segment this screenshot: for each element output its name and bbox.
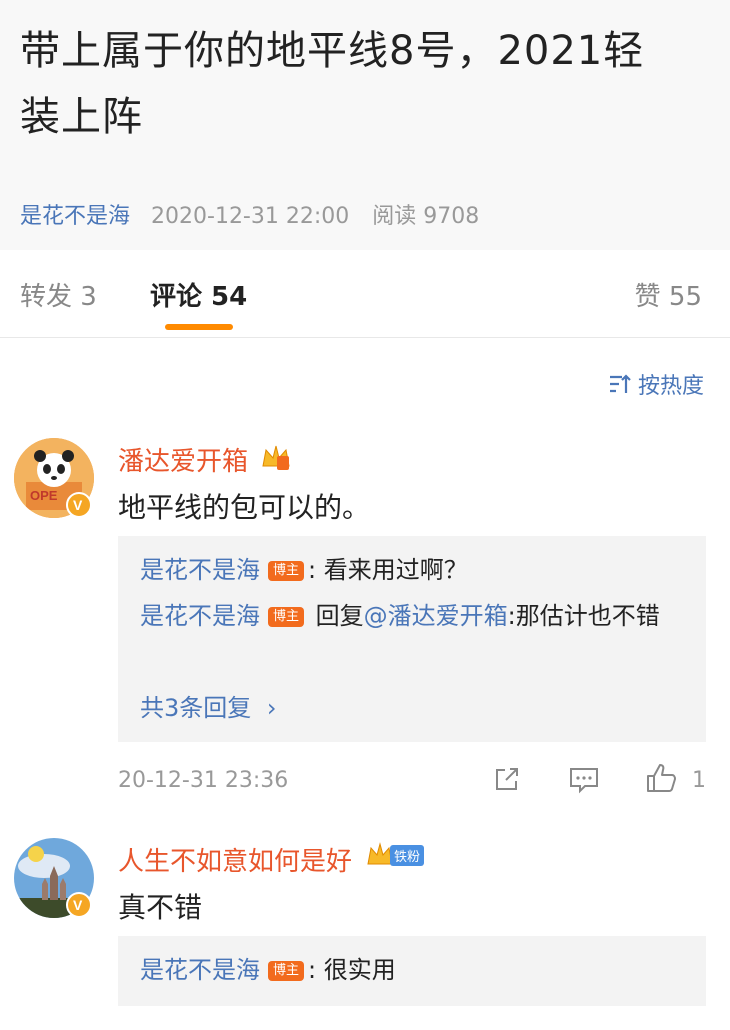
author-tag-badge: 博主	[268, 961, 305, 981]
comments-section: 按热度 OPE V 潘达爱开箱 地平线的包可以的。 是花不是海 博主: 看来用过啊…	[0, 338, 730, 1030]
reply-text: : 很实用	[308, 956, 396, 984]
fan-badge-label: 铁粉	[390, 844, 425, 866]
svg-text:V: V	[73, 497, 83, 513]
reply-text: : 看来用过啊？	[308, 556, 468, 584]
view-more-replies[interactable]: 共3条回复 ›	[140, 688, 277, 723]
comment-text: 真不错	[118, 891, 203, 924]
author-tag-badge: 博主	[268, 607, 305, 627]
more-replies-label: 共3条回复	[140, 694, 252, 722]
like-count: 1	[692, 768, 706, 793]
post-header: 带上属于你的地平线8号，2021轻装上阵 是花不是海 2020-12-31 22…	[0, 0, 730, 250]
reply-prefix: 回复	[308, 602, 364, 630]
tab-bar: 转发 3 评论 54 赞 55	[0, 250, 730, 338]
reply-text: :那估计也不错	[507, 602, 660, 630]
sort-label: 按热度	[637, 374, 704, 399]
reply-mention[interactable]: @潘达爱开箱	[364, 602, 508, 630]
tab-comments[interactable]: 评论 54	[150, 276, 247, 313]
verified-icon: V	[66, 892, 92, 918]
post-author[interactable]: 是花不是海	[20, 204, 130, 229]
verified-icon: V	[66, 492, 92, 518]
reply-line: 是花不是海 博主: 看来用过啊？	[140, 550, 690, 590]
comment-username[interactable]: 潘达爱开箱	[118, 441, 248, 478]
reply-line: 是花不是海 博主 回复@潘达爱开箱:那估计也不错	[140, 596, 690, 636]
comment-username[interactable]: 人生不如意如何是好	[118, 841, 352, 878]
post-meta: 是花不是海 2020-12-31 22:00 阅读 9708	[20, 198, 479, 230]
read-count: 阅读 9708	[372, 204, 480, 229]
share-icon[interactable]	[492, 764, 522, 798]
sort-icon	[609, 374, 631, 393]
active-tab-indicator	[165, 324, 233, 330]
like-icon[interactable]	[645, 762, 679, 798]
reply-author[interactable]: 是花不是海	[140, 602, 260, 630]
sort-button[interactable]: 按热度	[608, 368, 704, 400]
reply-author[interactable]: 是花不是海	[140, 956, 260, 984]
svg-text:V: V	[73, 897, 83, 913]
author-tag-badge: 博主	[268, 561, 305, 581]
post-date: 2020-12-31 22:00	[151, 204, 350, 229]
fan-badge: 铁粉	[366, 842, 425, 868]
post-title: 带上属于你的地平线8号，2021轻装上阵	[20, 28, 645, 140]
chevron-right-icon: ›	[266, 694, 277, 722]
comment-timestamp: 20-12-31 23:36	[118, 768, 289, 793]
tab-reposts[interactable]: 转发 3	[20, 276, 97, 313]
crown-badge-icon	[260, 442, 292, 476]
tab-likes[interactable]: 赞 55	[635, 276, 702, 313]
reply-box: 是花不是海 博主: 很实用	[118, 936, 706, 1006]
reply-author[interactable]: 是花不是海	[140, 556, 260, 584]
reply-box: 是花不是海 博主: 看来用过啊？ 是花不是海 博主 回复@潘达爱开箱:那估计也不错 …	[118, 536, 706, 742]
comment-text: 地平线的包可以的。	[118, 491, 371, 524]
svg-text:OPE: OPE	[30, 488, 58, 503]
reply-line: 是花不是海 博主: 很实用	[140, 950, 690, 990]
comment-icon[interactable]	[568, 766, 600, 798]
